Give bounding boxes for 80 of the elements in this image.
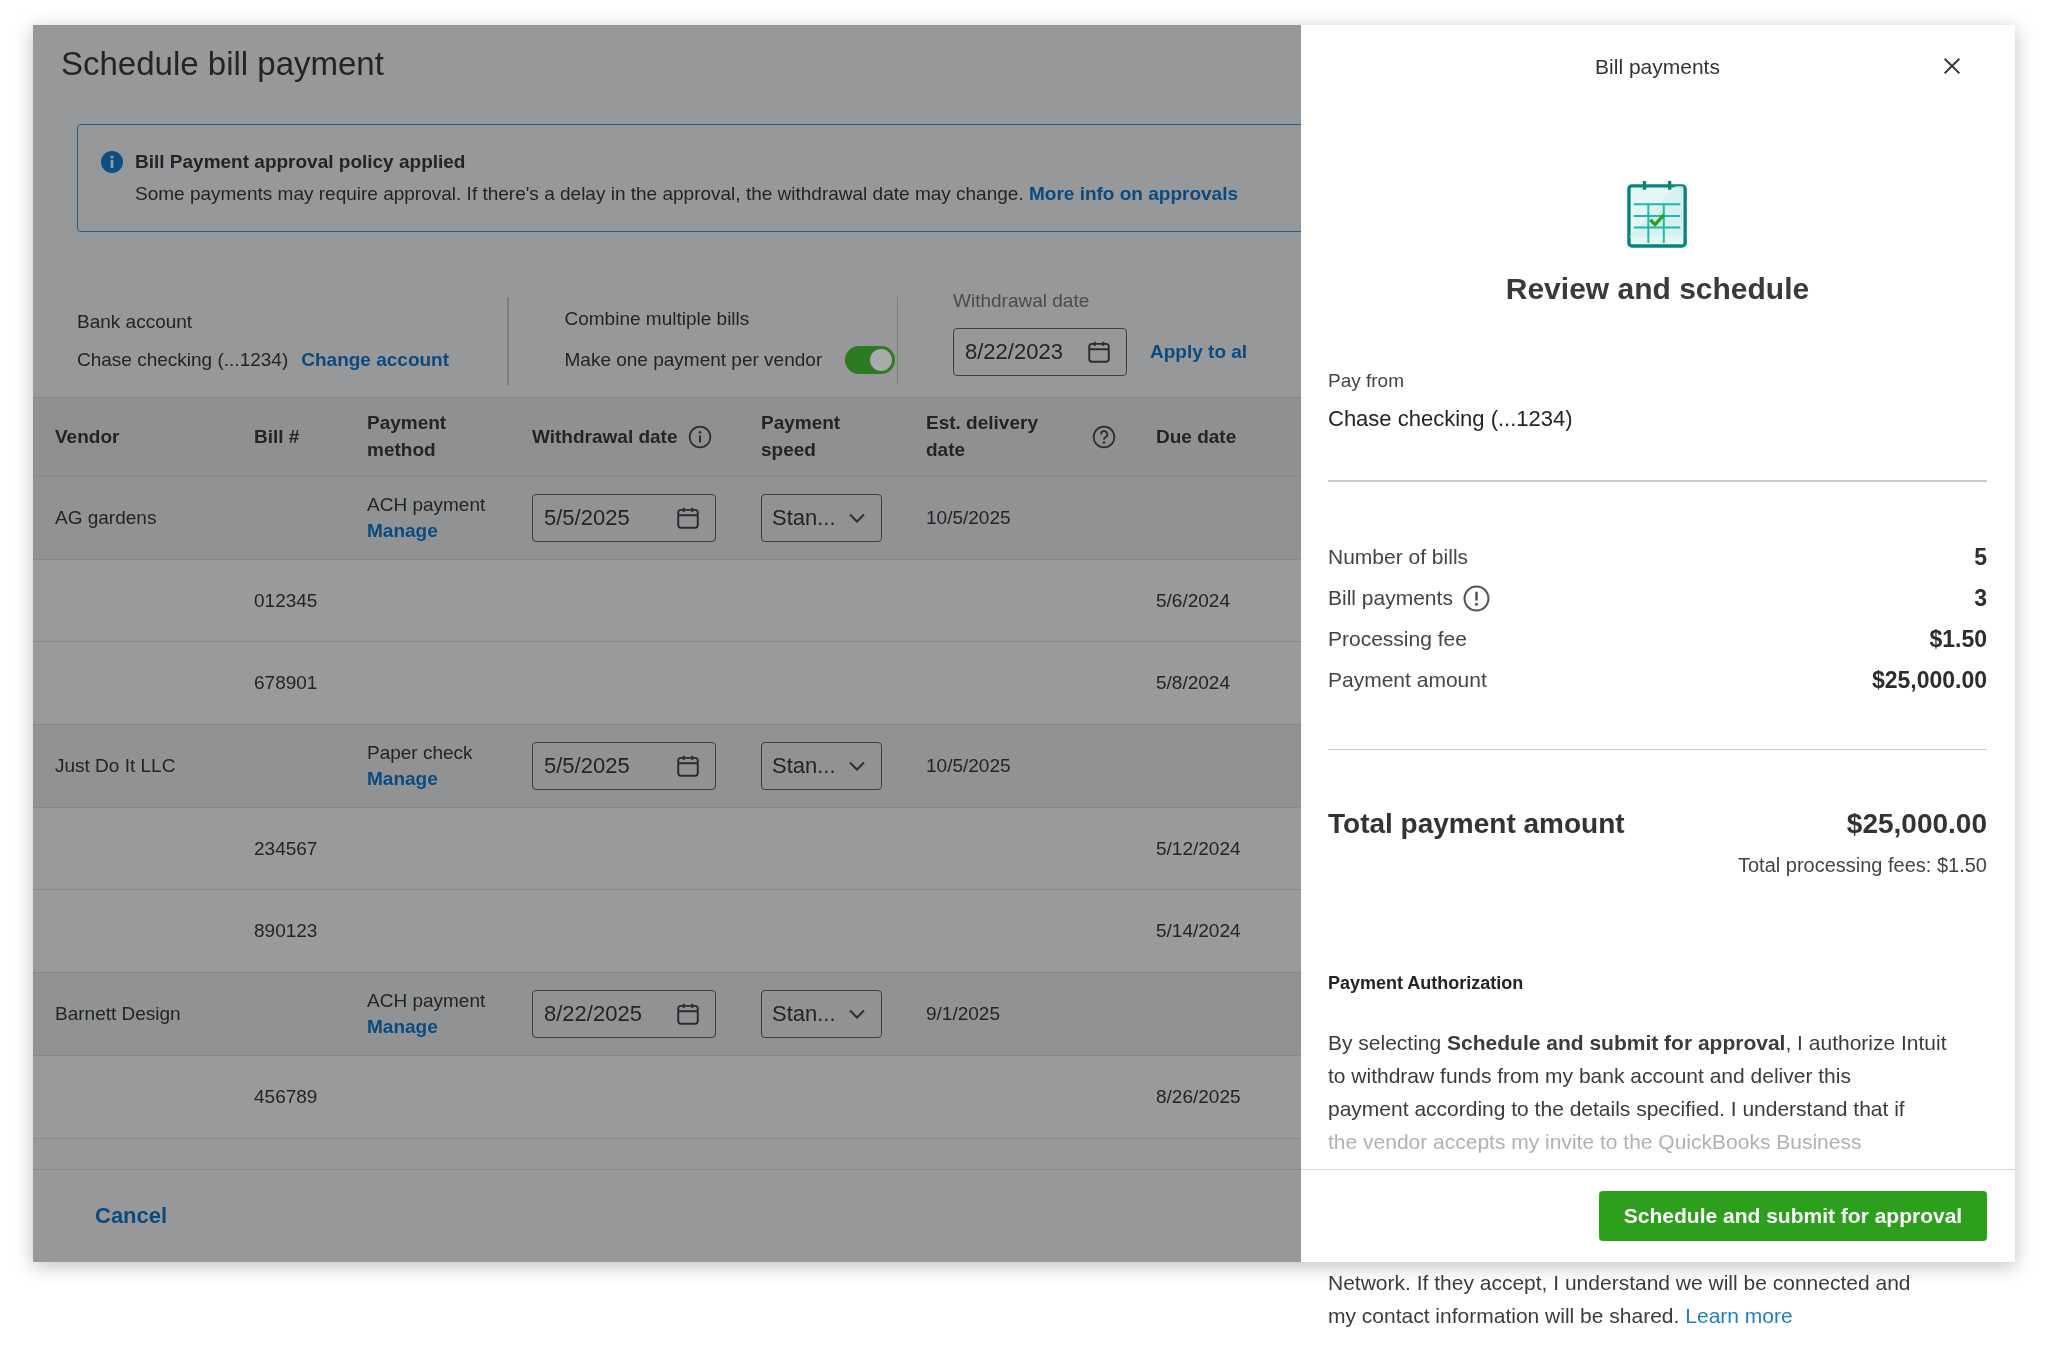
- manage-link[interactable]: Manage: [367, 1015, 438, 1038]
- authorization-text: Network. If they accept, I understand we will be connected and: [1328, 1271, 1911, 1294]
- panel-title: Bill payments: [1595, 55, 1720, 79]
- bill-number: 012345: [254, 589, 318, 611]
- banner-title: Bill Payment approval policy applied: [135, 151, 467, 173]
- delivery-date: 10/5/2025: [926, 754, 1011, 776]
- authorization-text: my contact information will be shared.: [1328, 1304, 1680, 1327]
- due-date: 8/26/2025: [1156, 1085, 1241, 1107]
- column-header: Payment method: [367, 411, 448, 462]
- panel-heading: Review and schedule: [1504, 272, 1811, 306]
- apply-link[interactable]: Apply to al: [1150, 341, 1248, 363]
- total-fees: Total processing fees: $1.50: [1736, 854, 1987, 877]
- field-label: Withdrawal date: [953, 290, 1091, 312]
- bill-number: 890123: [254, 920, 318, 942]
- manage-link[interactable]: Manage: [367, 767, 438, 790]
- column-header: Bill #: [254, 424, 300, 449]
- summary-label: Bill payments: [1328, 586, 1453, 610]
- summary-label: Processing fee: [1328, 627, 1467, 651]
- summary-value: 3: [1974, 584, 1987, 612]
- summary-label: Payment amount: [1328, 668, 1487, 692]
- page-title: Schedule bill payment: [60, 44, 385, 84]
- vendor-name: Just Do It LLC: [55, 754, 176, 776]
- speed-dropdown[interactable]: Stan...: [761, 493, 882, 542]
- payment-method: Paper check: [367, 741, 473, 764]
- due-date: 5/14/2024: [1156, 920, 1241, 942]
- authorization-text: to withdraw funds from my bank account and deliver this: [1328, 1063, 1852, 1089]
- close-icon[interactable]: [1941, 55, 1963, 77]
- change-account-link[interactable]: Change account: [301, 349, 450, 371]
- calendar-check-icon: [1626, 178, 1689, 250]
- bill-number: 678901: [254, 672, 318, 694]
- approvals-link[interactable]: More info on approvals: [1028, 183, 1238, 204]
- summary-value: $1.50: [1929, 625, 1987, 653]
- column-header: Vendor: [55, 424, 120, 449]
- cancel-link[interactable]: Cancel: [95, 1203, 168, 1229]
- field-label: Bank account: [77, 311, 194, 333]
- date-field[interactable]: 5/5/2025: [532, 493, 716, 542]
- toggle-switch[interactable]: [845, 346, 896, 374]
- date-field[interactable]: 5/5/2025: [532, 741, 716, 790]
- toggle-label: Make one payment per vendor: [564, 349, 823, 371]
- payment-method: ACH payment: [367, 989, 486, 1012]
- summary-label: Number of bills: [1328, 545, 1469, 569]
- bill-number: 234567: [254, 837, 318, 859]
- authorization-text: payment according to the details specified. I understand that if: [1328, 1096, 1906, 1122]
- learn-more-link[interactable]: Learn more: [1685, 1304, 1793, 1327]
- authorization-text: By selecting Schedule and submit for approval, I authorize Intuit: [1328, 1030, 1948, 1056]
- authorization-text: the vendor accepts my invite to the QuickBooks Business: [1328, 1129, 1863, 1155]
- authorization-title: Payment Authorization: [1328, 973, 1525, 994]
- banner-message: Some payments may require approval. If there's a delay in the approval, the withdrawal date may change.: [135, 183, 1024, 204]
- account-name: Chase checking (...1234): [77, 349, 289, 371]
- column-header: Payment speed: [761, 411, 842, 462]
- speed-dropdown[interactable]: Stan...: [761, 741, 882, 790]
- date-field[interactable]: 8/22/2025: [532, 989, 716, 1038]
- summary-value: 5: [1974, 543, 1987, 571]
- exclamation-icon: [1462, 584, 1490, 612]
- vendor-name: AG gardens: [55, 506, 157, 528]
- calendar-icon: [1086, 339, 1112, 365]
- delivery-date: 10/5/2025: [926, 506, 1011, 528]
- speed-dropdown[interactable]: Stan...: [761, 989, 882, 1038]
- pay-from-account: Chase checking (...1234): [1328, 406, 1574, 432]
- help-icon: [1092, 425, 1116, 449]
- field-label: Combine multiple bills: [564, 308, 751, 330]
- delivery-date: 9/1/2025: [926, 1002, 1000, 1024]
- date-field[interactable]: 8/22/2023: [953, 328, 1127, 376]
- due-date: 5/6/2024: [1156, 589, 1230, 611]
- payment-method: ACH payment: [367, 493, 486, 516]
- pay-from-label: Pay from: [1328, 370, 1406, 392]
- bill-number: 456789: [254, 1085, 318, 1107]
- column-header: Due date: [1156, 424, 1237, 449]
- column-header: Withdrawal date: [532, 424, 678, 449]
- due-date: 5/8/2024: [1156, 672, 1230, 694]
- info-icon: [687, 425, 712, 449]
- total-label: Total payment amount: [1328, 808, 1625, 840]
- column-header: Est. delivery date: [926, 411, 1039, 462]
- total-value: $25,000.00: [1846, 808, 1987, 840]
- info-icon: [101, 151, 123, 173]
- vendor-name: Barnett Design: [55, 1002, 181, 1024]
- due-date: 5/12/2024: [1156, 837, 1241, 859]
- submit-button[interactable]: Schedule and submit for approval: [1599, 1191, 1987, 1241]
- manage-link[interactable]: Manage: [367, 519, 438, 542]
- summary-value: $25,000.00: [1871, 666, 1987, 694]
